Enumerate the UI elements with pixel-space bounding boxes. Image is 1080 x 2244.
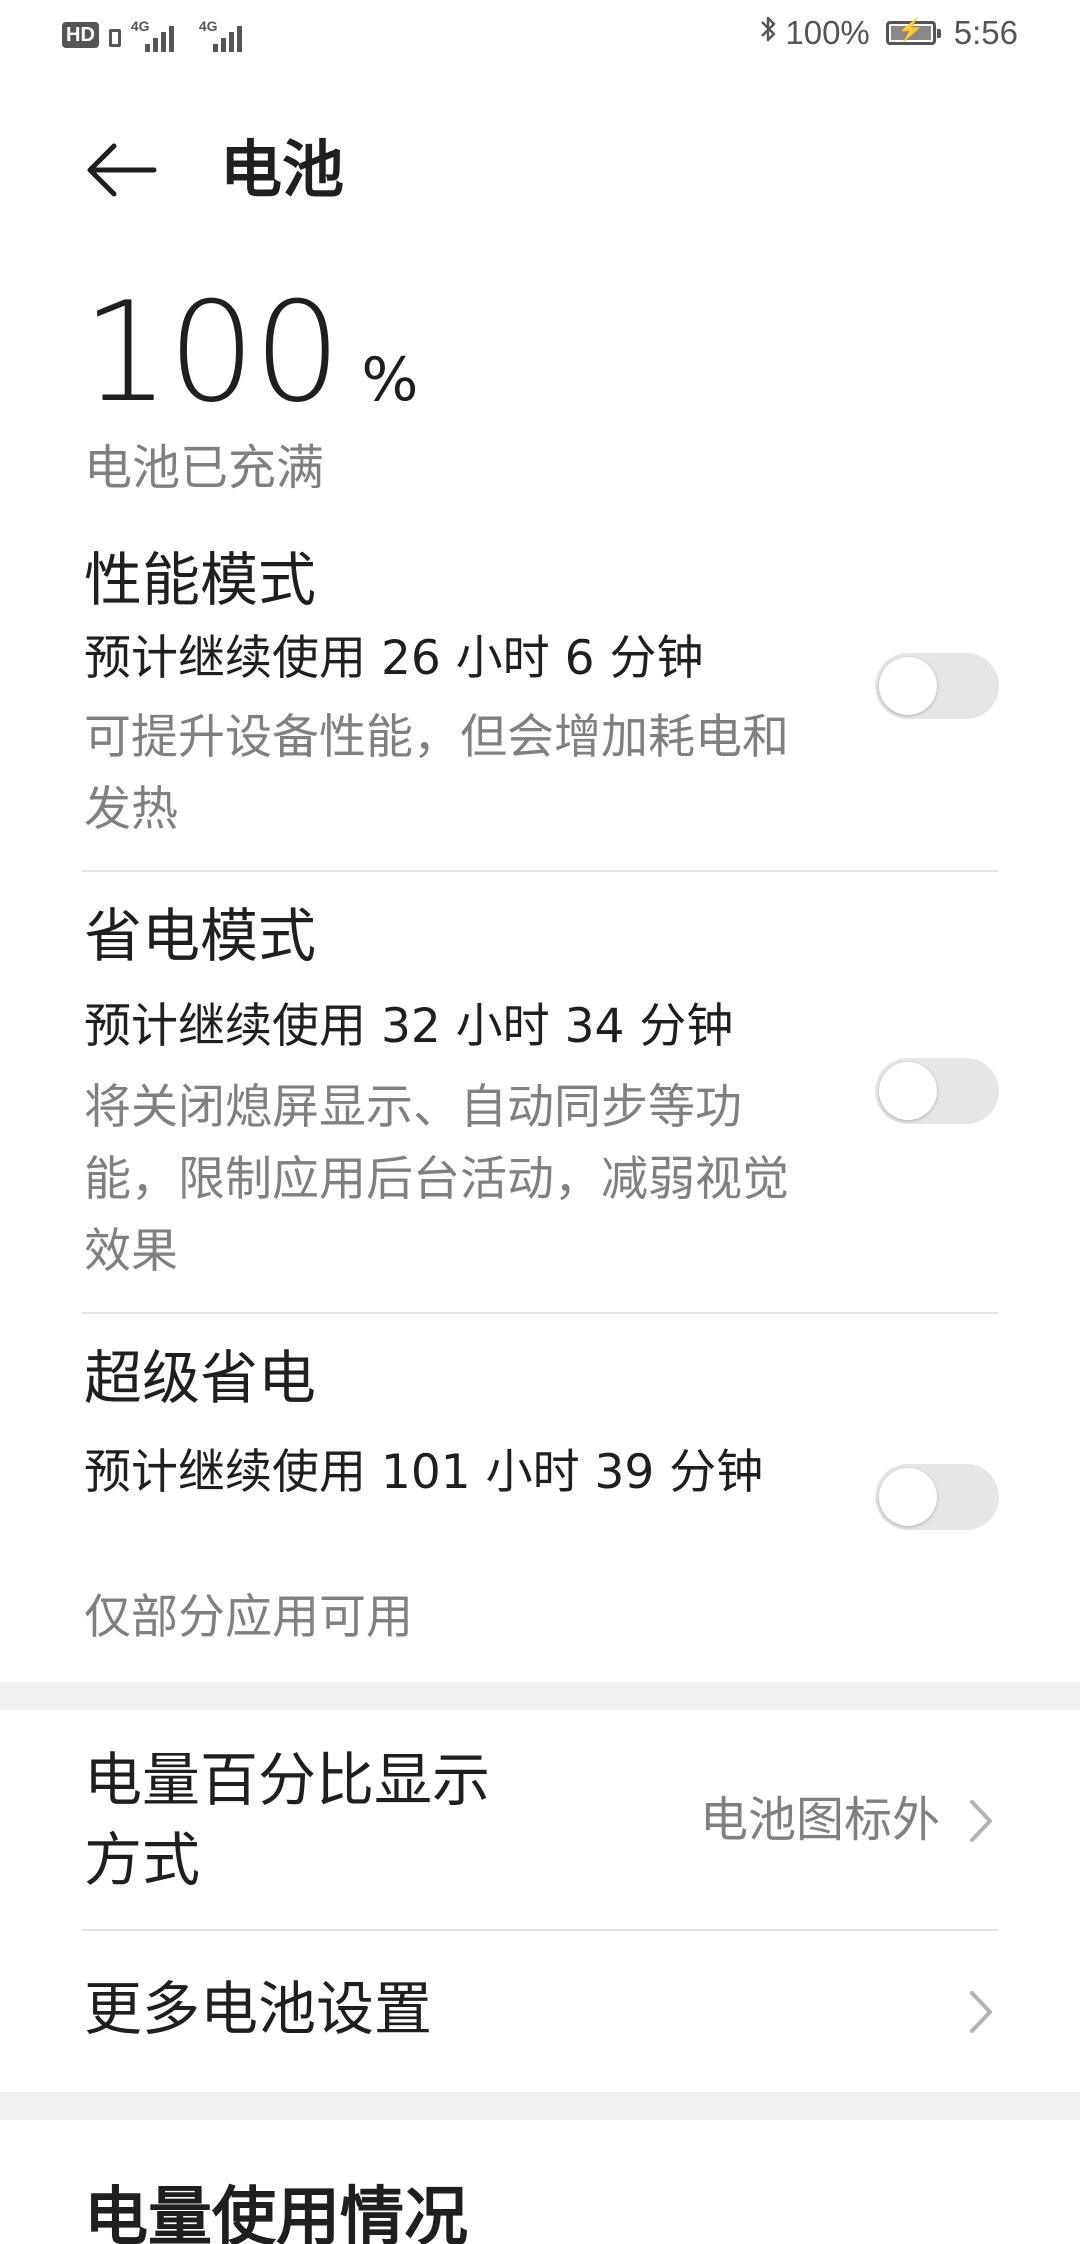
battery-settings-screen: HD 4G 4G 100% ⚡ 5:56 电池 100 % 电池已充满 性能模式… <box>0 0 1080 2244</box>
section-separator <box>0 2092 1080 2120</box>
hd-voice-icon: HD <box>62 22 99 48</box>
arrow-left-icon[interactable] <box>82 130 162 210</box>
mode-description: 将关闭熄屏显示、自动同步等功能，限制应用后台活动，减弱视觉效果 <box>84 1080 789 1279</box>
chevron-right-icon <box>966 1987 996 2037</box>
mode-title: 省电模式 <box>84 902 317 970</box>
sim-card-icon <box>108 29 121 47</box>
section-separator <box>0 1682 1080 1710</box>
battery-percent-text: 100% <box>785 14 870 51</box>
power-saving-mode-toggle[interactable] <box>875 1058 999 1124</box>
battery-level: 100 % <box>82 278 418 428</box>
signal-bars-2 <box>212 26 242 52</box>
toggle-knob <box>879 1062 937 1120</box>
power-saving-mode-item[interactable]: 省电模式 预计继续使用 32 小时 34 分钟 将关闭熄屏显示、自动同步等功能，… <box>0 900 1080 1312</box>
toggle-knob <box>879 657 937 715</box>
toggle-knob <box>879 1468 937 1526</box>
mode-estimate: 预计继续使用 26 小时 6 分钟 <box>84 631 704 686</box>
power-usage-heading: 电量使用情况 <box>84 2181 468 2244</box>
status-right: 100% ⚡ 5:56 <box>759 14 1018 52</box>
performance-mode-toggle[interactable] <box>875 653 999 719</box>
clock-text: 5:56 <box>953 14 1018 51</box>
signal-bars-1 <box>144 26 174 52</box>
status-left: HD 4G 4G <box>62 18 257 52</box>
divider <box>82 1312 998 1314</box>
battery-level-number: 100 <box>82 272 341 433</box>
ultra-power-saving-toggle[interactable] <box>875 1464 999 1530</box>
row-value: 电池图标外 <box>699 1792 940 1848</box>
page-title: 电池 <box>220 133 345 206</box>
mode-description: 仅部分应用可用 <box>84 1590 413 1645</box>
mode-title: 性能模式 <box>84 546 317 614</box>
divider <box>82 870 998 872</box>
charging-bolt-icon: ⚡ <box>897 17 925 42</box>
bluetooth-icon <box>759 14 777 52</box>
mode-title: 超级省电 <box>84 1344 317 1412</box>
performance-mode-item[interactable]: 性能模式 预计继续使用 26 小时 6 分钟 可提升设备性能，但会增加耗电和发热 <box>0 530 1080 870</box>
battery-charging-icon: ⚡ <box>885 17 941 45</box>
chevron-right-icon <box>966 1796 996 1846</box>
mode-estimate: 预计继续使用 32 小时 34 分钟 <box>84 999 734 1054</box>
row-label: 电量百分比显示方式 <box>84 1746 491 1894</box>
status-bar: HD 4G 4G 100% ⚡ 5:56 <box>0 0 1080 72</box>
more-battery-settings-row[interactable]: 更多电池设置 <box>0 1931 1080 2091</box>
app-header: 电池 <box>0 110 1080 230</box>
mode-estimate: 预计继续使用 101 小时 39 分钟 <box>84 1445 764 1500</box>
ultra-power-saving-item[interactable]: 超级省电 预计继续使用 101 小时 39 分钟 仅部分应用可用 <box>0 1342 1080 1680</box>
battery-level-unit: % <box>361 345 419 415</box>
battery-status-text: 电池已充满 <box>84 440 325 496</box>
battery-percentage-display-row[interactable]: 电量百分比显示方式 电池图标外 <box>0 1710 1080 1930</box>
mode-description: 可提升设备性能，但会增加耗电和发热 <box>84 710 789 837</box>
signal-icon-sim2: 4G <box>199 18 257 52</box>
row-label: 更多电池设置 <box>84 1975 433 2043</box>
signal-icon-sim1: 4G <box>131 18 189 52</box>
